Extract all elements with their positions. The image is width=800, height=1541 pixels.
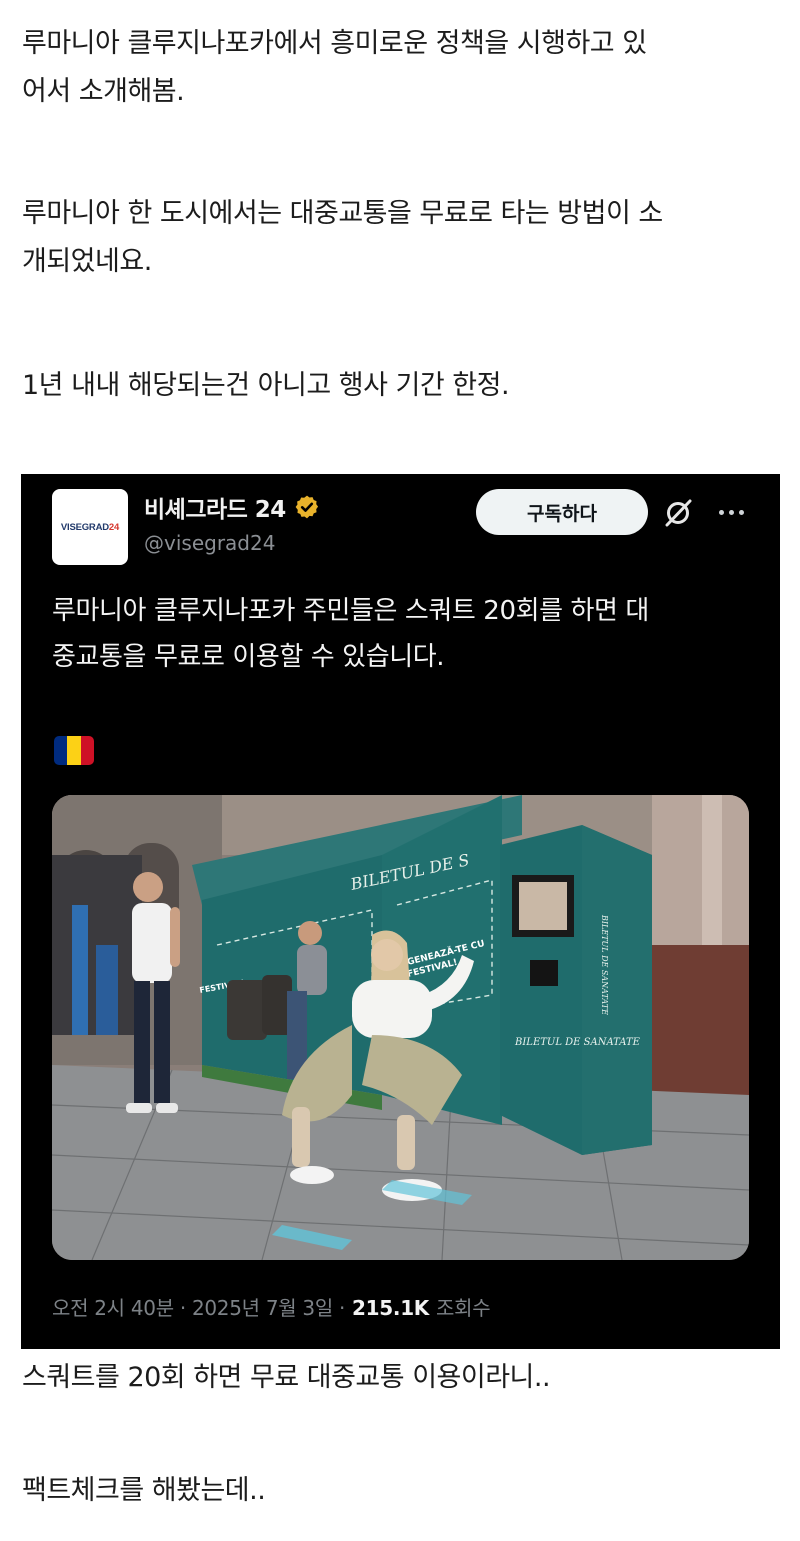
display-name-text: 비셰그라드 24 [144,497,286,523]
tweet-text: 루마니아 클루지나포카 주민들은 스쿼트 20회를 하면 대 중교통을 무료로 … [52,588,752,680]
more-dot [728,509,734,515]
post-paragraph-5: 팩트체크를 해봤는데.. [22,1467,782,1515]
grok-icon[interactable] [661,496,695,530]
post-paragraph-line: 어서 소개해봄. [22,76,185,107]
ticket-kiosk-side [582,825,652,1155]
tweet-photo[interactable]: BILETUL DE S GENEAZĂ-TE CU FESTIVAL! FES… [52,795,749,1260]
views-count: 215.1K [352,1296,430,1320]
post-paragraph-line: 1년 내내 해당되는건 아니고 행사 기간 한정. [22,370,510,401]
post-paragraph-3: 1년 내내 해당되는건 아니고 행사 기간 한정. [22,362,782,410]
post-paragraph-line: 개되었네요. [22,246,152,277]
more-dot [738,509,744,515]
tweet-text-line: 루마니아 클루지나포카 주민들은 스쿼트 20회를 하면 대 [52,596,649,626]
avatar-logo: VISEGRAD24 [61,522,119,533]
avatar-logo-number: 24 [108,521,120,533]
verified-badge-icon [295,495,318,519]
post-paragraph-line: 루마니아 클루지나포카에서 흥미로운 정책을 시행하고 있 [22,28,647,59]
tweet-meta: 오전 2시 40분 · 2025년 7월 3일 · 215.1K 조회수 [52,1292,491,1321]
more-options-icon[interactable] [713,497,749,527]
kiosk-slot [530,960,558,986]
avatar[interactable]: VISEGRAD24 [52,489,128,565]
shop-sign [96,945,118,1035]
post-paragraph-1: 루마니아 클루지나포카에서 흥미로운 정책을 시행하고 있 어서 소개해봄. [22,20,782,116]
avatar-logo-text: VISEGRAD [60,521,109,533]
post-paragraph-line: 팩트체크를 해봤는데.. [22,1475,266,1506]
flag-stripe [67,736,81,765]
kiosk-front-label: BILETUL DE SANATATE [514,1037,641,1048]
post-paragraph-2: 루마니아 한 도시에서는 대중교통을 무료로 타는 방법이 소 개되었네요. [22,190,782,286]
shop-sign [72,905,88,1035]
kiosk-screen-display [519,882,567,930]
kiosk-side-label: BILETUL DE SANATATE [600,914,609,1015]
post-paragraph-line: 스쿼트를 20회 하면 무료 대중교통 이용이라니.. [22,1362,551,1393]
shelter-chair [227,980,267,1040]
views-label: 조회수 [436,1296,491,1320]
display-name[interactable]: 비셰그라드 24 [144,490,320,524]
post-paragraph-line: 루마니아 한 도시에서는 대중교통을 무료로 타는 방법이 소 [22,198,663,229]
post-paragraph-4: 스쿼트를 20회 하면 무료 대중교통 이용이라니.. [22,1354,782,1402]
photo-illustration: BILETUL DE S GENEAZĂ-TE CU FESTIVAL! FES… [52,795,749,1260]
more-dot [718,509,724,515]
embedded-tweet: VISEGRAD24 비셰그라드 24 @visegrad24 구독하다 루마니… [21,474,780,1349]
romania-flag-emoji [54,736,94,765]
flag-stripe [54,736,68,765]
user-handle[interactable]: @visegrad24 [144,531,275,555]
tweet-timestamp[interactable]: 오전 2시 40분 · 2025년 7월 3일 · [52,1292,345,1321]
tweet-text-line: 중교통을 무료로 이용할 수 있습니다. [52,642,445,672]
flag-stripe [80,736,94,765]
subscribe-button[interactable]: 구독하다 [476,489,648,535]
